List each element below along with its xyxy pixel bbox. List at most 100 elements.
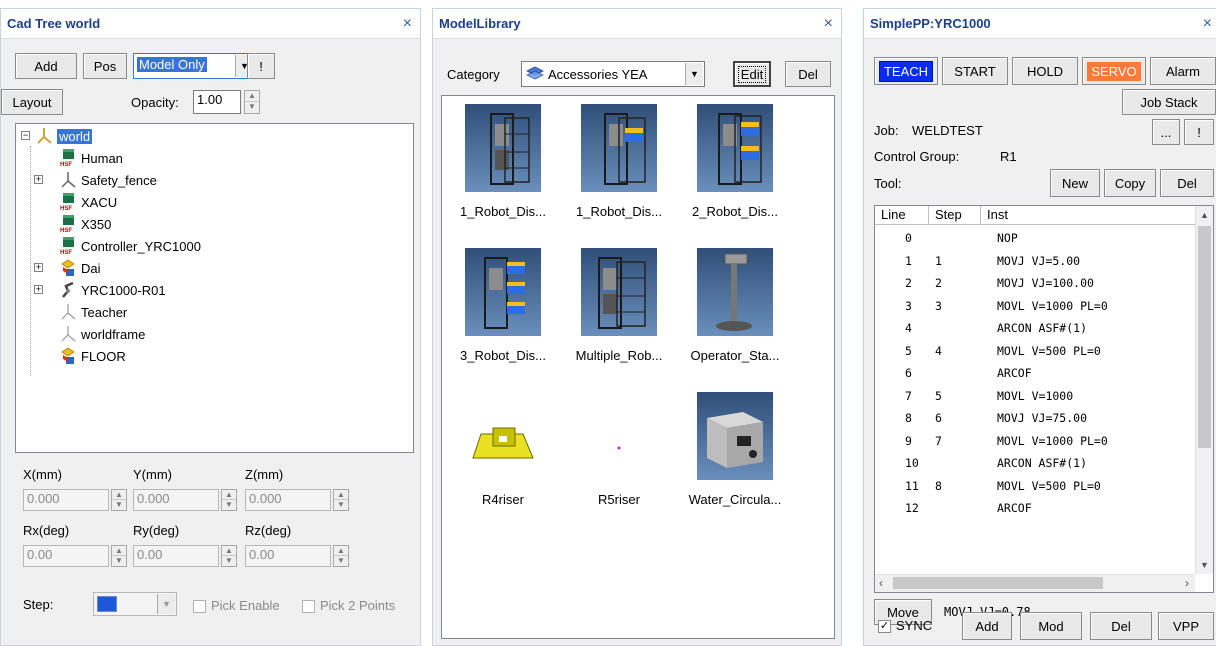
vpp-button[interactable]: VPP xyxy=(1158,612,1214,640)
col-inst-header[interactable]: Inst xyxy=(981,206,1191,225)
hold-button[interactable]: HOLD xyxy=(1012,57,1078,85)
pick-enable-checkbox[interactable] xyxy=(193,600,206,613)
y-spinner[interactable]: ▲ ▼ xyxy=(221,489,237,511)
model-item[interactable]: Operator_Sta... xyxy=(676,248,794,363)
copy-button[interactable]: Copy xyxy=(1104,169,1156,197)
table-row[interactable]: 2 2 MOVJ VJ=100.00 xyxy=(875,273,1195,293)
warning-button[interactable]: ! xyxy=(247,53,275,79)
tree-node-xacu[interactable]: HSF XACU xyxy=(60,191,117,213)
model-item[interactable]: Multiple_Rob... xyxy=(560,248,678,363)
tree-node-teacher[interactable]: Teacher xyxy=(60,301,127,323)
table-row[interactable]: 9 7 MOVL V=1000 PL=0 xyxy=(875,431,1195,451)
opacity-spinner[interactable]: ▲ ▼ xyxy=(244,90,260,114)
table-row[interactable]: 4 ARCON ASF#(1) xyxy=(875,318,1195,338)
scroll-down-icon[interactable]: ▼ xyxy=(1196,556,1213,574)
edit-button[interactable]: Edit xyxy=(733,61,771,87)
z-input[interactable]: 0.000 xyxy=(245,489,331,511)
horizontal-scrollbar[interactable]: ‹ › xyxy=(875,574,1195,592)
del-button[interactable]: Del xyxy=(1160,169,1214,197)
mod-step-button[interactable]: Mod xyxy=(1020,612,1082,640)
start-button[interactable]: START xyxy=(942,57,1008,85)
add-button[interactable]: Add xyxy=(15,53,77,79)
table-row[interactable]: 1 1 MOVJ VJ=5.00 xyxy=(875,251,1195,271)
table-row[interactable]: 5 4 MOVL V=500 PL=0 xyxy=(875,341,1195,361)
table-row[interactable]: 6 ARCOF xyxy=(875,363,1195,383)
vertical-scrollbar[interactable]: ▲ ▼ xyxy=(1195,206,1213,574)
table-row[interactable]: 7 5 MOVL V=1000 xyxy=(875,386,1195,406)
tree-node-controller[interactable]: HSF Controller_YRC1000 xyxy=(60,235,201,257)
x-spinner[interactable]: ▲ ▼ xyxy=(111,489,127,511)
model-item[interactable]: 1_Robot_Dis... xyxy=(560,104,678,219)
scroll-left-icon[interactable]: ‹ xyxy=(879,575,883,591)
pick-2points-checkbox[interactable] xyxy=(302,600,315,613)
x-input[interactable]: 0.000 xyxy=(23,489,109,511)
step-select[interactable]: ▼ xyxy=(93,592,177,616)
job-browse-button[interactable]: ... xyxy=(1152,119,1180,145)
tree-node-dai[interactable]: Dai xyxy=(60,257,101,279)
new-button[interactable]: New xyxy=(1050,169,1100,197)
ry-spinner[interactable]: ▲ ▼ xyxy=(221,545,237,567)
cell-step: 4 xyxy=(935,343,942,358)
model-item[interactable]: R5riser xyxy=(560,392,678,507)
scroll-up-icon[interactable]: ▲ xyxy=(1196,206,1213,224)
model-item[interactable]: 1_Robot_Dis... xyxy=(444,104,562,219)
add-step-button[interactable]: Add xyxy=(962,612,1012,640)
rz-input[interactable]: 0.00 xyxy=(245,545,331,567)
table-row[interactable]: 11 8 MOVL V=500 PL=0 xyxy=(875,476,1195,496)
table-row[interactable]: 8 6 MOVJ VJ=75.00 xyxy=(875,408,1195,428)
job-warning-button[interactable]: ! xyxy=(1184,119,1214,145)
expand-icon[interactable]: + xyxy=(34,175,43,184)
scroll-right-icon[interactable]: › xyxy=(1185,575,1189,591)
tree-node-world[interactable]: world xyxy=(36,125,93,147)
table-row[interactable]: 12 ARCOF xyxy=(875,498,1195,518)
opacity-input[interactable]: 1.00 xyxy=(193,90,241,114)
rx-input[interactable]: 0.00 xyxy=(23,545,109,567)
expand-icon[interactable]: + xyxy=(34,263,43,272)
ry-input[interactable]: 0.00 xyxy=(133,545,219,567)
teach-button[interactable]: TEACH xyxy=(874,57,938,85)
job-table[interactable]: Line Step Inst 0 NOP 1 1 MOVJ VJ=5.00 2 2 MOVJ … xyxy=(874,205,1214,593)
tree-node-worldframe[interactable]: worldframe xyxy=(60,323,145,345)
chevron-down-icon: ▼ xyxy=(157,594,175,614)
category-select[interactable]: Accessories YEA ▼ xyxy=(521,61,705,87)
job-stack-button[interactable]: Job Stack xyxy=(1122,89,1216,115)
display-mode-select[interactable]: Model Only ▼ xyxy=(133,53,255,79)
model-item[interactable]: 2_Robot_Dis... xyxy=(676,104,794,219)
del-step-button[interactable]: Del xyxy=(1090,612,1152,640)
cell-line: 1 xyxy=(905,253,912,268)
y-input[interactable]: 0.000 xyxy=(133,489,219,511)
model-item[interactable]: Water_Circula... xyxy=(676,392,794,507)
cell-step: 8 xyxy=(935,478,942,493)
tree-node-robot[interactable]: YRC1000-R01 xyxy=(60,279,166,301)
table-row[interactable]: 0 NOP xyxy=(875,228,1195,248)
layout-button[interactable]: Layout xyxy=(1,89,63,115)
tree-node-label: Dai xyxy=(81,260,101,276)
close-icon[interactable]: × xyxy=(403,15,412,33)
tree-node-floor[interactable]: FLOOR xyxy=(60,345,126,367)
model-item[interactable]: 3_Robot_Dis... xyxy=(444,248,562,363)
cad-tree-view[interactable]: − world HSF Human + Safety_fence HSF XAC… xyxy=(15,123,414,453)
tree-node-safety-fence[interactable]: Safety_fence xyxy=(60,169,157,191)
close-icon[interactable]: × xyxy=(1203,15,1212,33)
rz-spinner[interactable]: ▲ ▼ xyxy=(333,545,349,567)
tree-node-x350[interactable]: HSF X350 xyxy=(60,213,111,235)
servo-button[interactable]: SERVO xyxy=(1082,57,1146,85)
collapse-icon[interactable]: − xyxy=(21,131,30,140)
model-item[interactable]: R4riser xyxy=(444,392,562,507)
table-row[interactable]: 3 3 MOVL V=1000 PL=0 xyxy=(875,296,1195,316)
rx-spinner[interactable]: ▲ ▼ xyxy=(111,545,127,567)
col-step-header[interactable]: Step xyxy=(929,206,981,225)
close-icon[interactable]: × xyxy=(824,15,833,33)
pos-button[interactable]: Pos xyxy=(83,53,127,79)
del-button[interactable]: Del xyxy=(785,61,831,87)
col-line-header[interactable]: Line xyxy=(875,206,929,225)
scroll-thumb[interactable] xyxy=(893,577,1103,589)
z-spinner[interactable]: ▲ ▼ xyxy=(333,489,349,511)
scroll-thumb[interactable] xyxy=(1198,226,1211,448)
expand-icon[interactable]: + xyxy=(34,285,43,294)
tree-node-human[interactable]: HSF Human xyxy=(60,147,123,169)
sync-checkbox[interactable]: ✓ xyxy=(878,620,891,633)
table-row[interactable]: 10 ARCON ASF#(1) xyxy=(875,453,1195,473)
model-grid[interactable]: 1_Robot_Dis... 1_Robot_Dis... 2_Robot_Di… xyxy=(441,95,835,639)
alarm-button[interactable]: Alarm xyxy=(1150,57,1216,85)
